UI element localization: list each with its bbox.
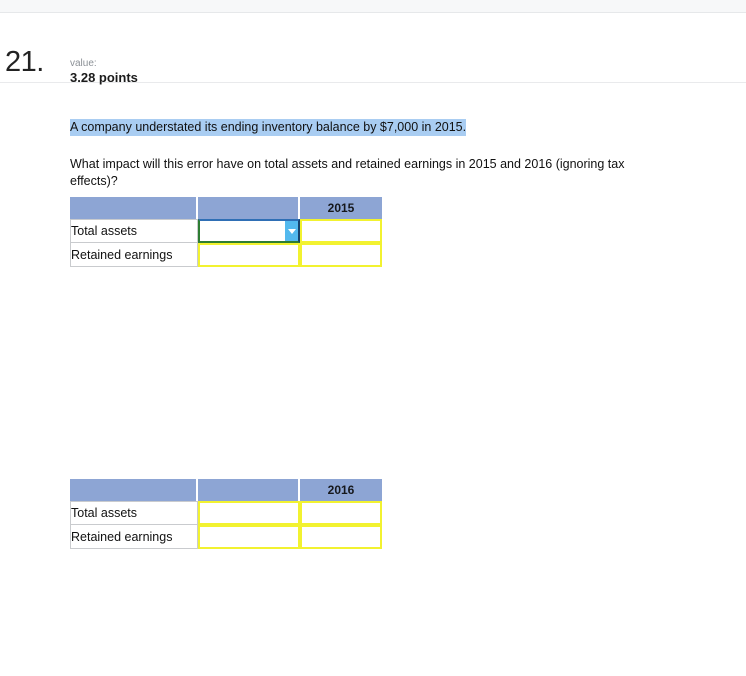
- header-year-cell: 2016: [300, 479, 382, 501]
- year-cell-retained-earnings-2015[interactable]: [300, 243, 382, 267]
- active-dropdown-cell[interactable]: [198, 219, 300, 243]
- answer-cell-total-assets-2016[interactable]: [198, 501, 300, 525]
- row-label-total-assets: Total assets: [70, 501, 198, 525]
- row-label-retained-earnings: Retained earnings: [70, 525, 198, 549]
- header-year-cell: 2015: [300, 197, 382, 219]
- year-cell-retained-earnings-2016[interactable]: [300, 525, 382, 549]
- answer-cell-total-assets-2015[interactable]: [198, 219, 300, 243]
- row-label-retained-earnings: Retained earnings: [70, 243, 198, 267]
- value-label: value:: [70, 58, 97, 69]
- input-cell[interactable]: [198, 243, 300, 267]
- points-value: 3.28 points: [70, 70, 138, 85]
- answer-table-2015: 2015 Total assets Retained earnings: [70, 197, 382, 267]
- table-row: Total assets: [70, 501, 382, 525]
- header-corner-cell: [70, 197, 198, 219]
- answer-cell-retained-earnings-2016[interactable]: [198, 525, 300, 549]
- input-cell[interactable]: [300, 525, 382, 549]
- input-cell[interactable]: [300, 501, 382, 525]
- question-header: 21. value: 3.28 points: [0, 13, 746, 86]
- table-header-row: 2015: [70, 197, 382, 219]
- input-cell[interactable]: [198, 501, 300, 525]
- answer-table-2016: 2016 Total assets Retained earnings: [70, 479, 382, 549]
- header-corner-cell: [70, 479, 198, 501]
- answer-cell-retained-earnings-2015[interactable]: [198, 243, 300, 267]
- table-header-row: 2016: [70, 479, 382, 501]
- question-prompt: What impact will this error have on tota…: [70, 157, 625, 188]
- dropdown-toggle-button[interactable]: [285, 221, 298, 241]
- question-body: A company understated its ending invento…: [70, 118, 710, 190]
- caret-down-icon: [287, 228, 296, 234]
- question-value-block: value: 3.28 points: [70, 57, 138, 86]
- row-label-total-assets: Total assets: [70, 219, 198, 243]
- top-bar: [0, 0, 746, 13]
- header-answer-cell: [198, 197, 300, 219]
- input-cell[interactable]: [198, 525, 300, 549]
- input-cell[interactable]: [300, 243, 382, 267]
- table-row: Retained earnings: [70, 525, 382, 549]
- year-cell-total-assets-2016[interactable]: [300, 501, 382, 525]
- table-row: Retained earnings: [70, 243, 382, 267]
- question-number: 21.: [5, 46, 44, 78]
- input-cell[interactable]: [300, 219, 382, 243]
- question-stem-highlighted: A company understated its ending invento…: [70, 119, 467, 136]
- year-cell-total-assets-2015[interactable]: [300, 219, 382, 243]
- table-row: Total assets: [70, 219, 382, 243]
- header-answer-cell: [198, 479, 300, 501]
